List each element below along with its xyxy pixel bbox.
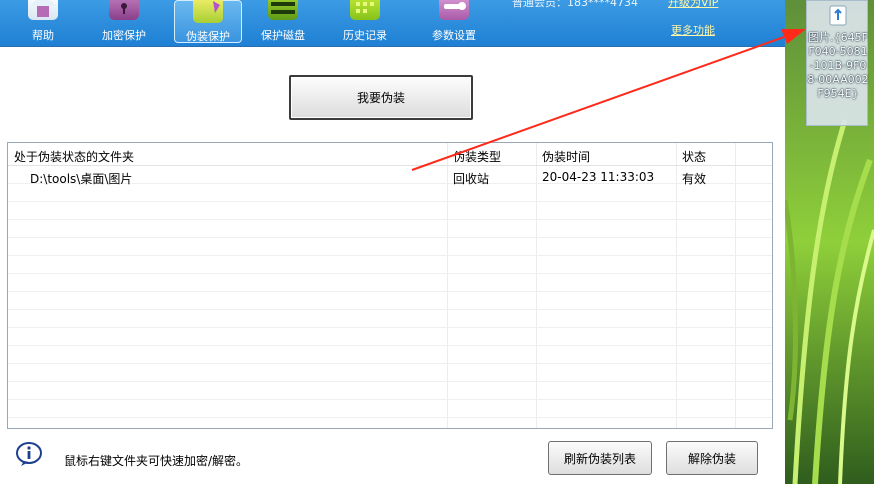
red-arrow xyxy=(411,29,806,171)
